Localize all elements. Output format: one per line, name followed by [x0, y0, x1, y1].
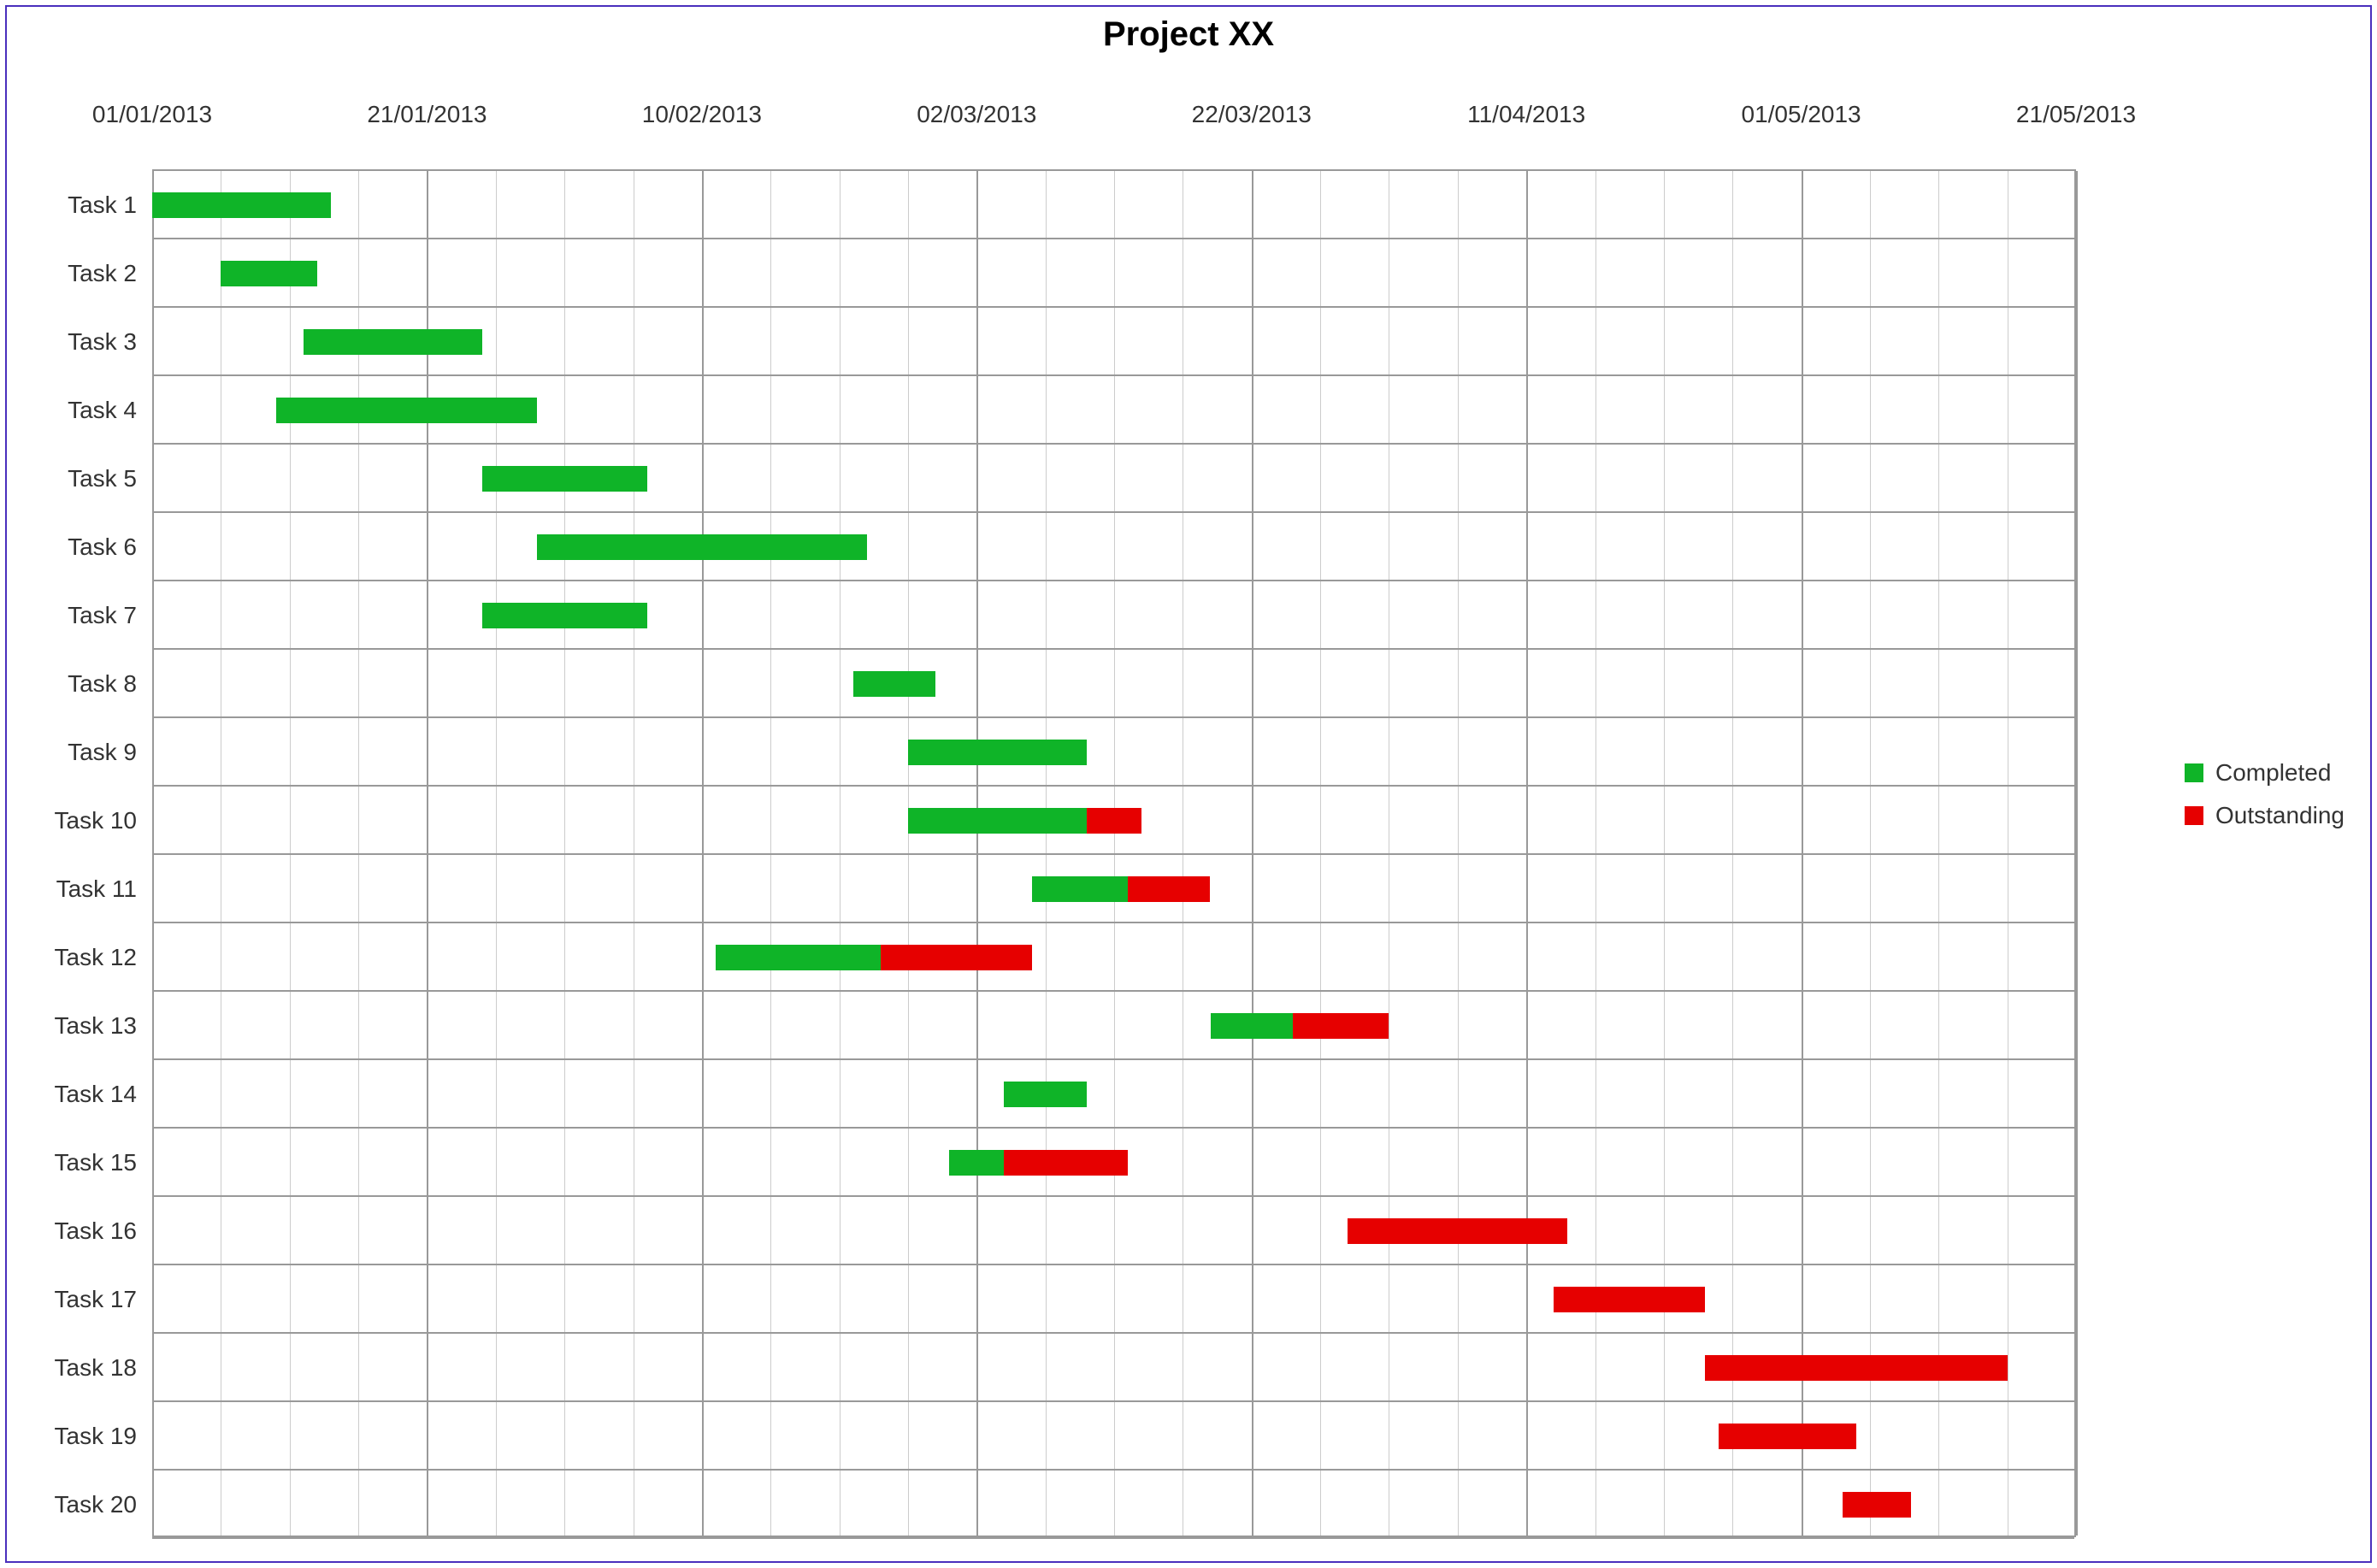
task-row: [152, 1471, 2074, 1539]
bar-completed: [716, 945, 881, 970]
bar-completed: [221, 261, 317, 286]
task-row: [152, 581, 2074, 650]
legend-item-completed: Completed: [2185, 759, 2345, 787]
task-row: [152, 513, 2074, 581]
task-label: Task 19: [55, 1423, 153, 1450]
task-row: [152, 923, 2074, 992]
bar-completed: [304, 329, 482, 355]
task-label: Task 4: [68, 397, 152, 424]
task-label: Task 1: [68, 192, 152, 219]
x-tick-label: 21/01/2013: [367, 101, 487, 128]
bar-completed: [152, 192, 331, 218]
bar-completed: [482, 603, 647, 628]
task-label: Task 9: [68, 739, 152, 766]
gantt-chart: Project XX 01/01/2013 21/01/2013 10/02/201…: [5, 5, 2372, 1563]
plot-area: Task 1Task 2Task 3Task 4Task 5Task 6Task…: [152, 169, 2076, 1537]
x-tick-label: 01/05/2013: [1741, 101, 1861, 128]
bar-completed: [853, 671, 935, 697]
task-label: Task 14: [55, 1081, 153, 1108]
task-row: [152, 171, 2074, 239]
bar-outstanding: [1128, 876, 1210, 902]
legend: Completed Outstanding: [2185, 759, 2345, 845]
x-tick-label: 21/05/2013: [2016, 101, 2136, 128]
bar-outstanding: [1705, 1355, 2008, 1381]
legend-label: Outstanding: [2215, 802, 2345, 829]
bar-outstanding: [1843, 1492, 1911, 1518]
task-label: Task 13: [55, 1012, 153, 1040]
x-axis: 01/01/2013 21/01/2013 10/02/2013 02/03/2013…: [7, 101, 2370, 152]
task-label: Task 6: [68, 533, 152, 561]
x-tick-label: 22/03/2013: [1192, 101, 1312, 128]
x-tick-label: 10/02/2013: [642, 101, 762, 128]
bar-outstanding: [1293, 1013, 1389, 1039]
square-icon: [2185, 806, 2203, 825]
task-row: [152, 1265, 2074, 1334]
bar-completed: [537, 534, 867, 560]
bar-outstanding: [1554, 1287, 1705, 1312]
task-row: [152, 1060, 2074, 1129]
x-tick-label: 01/01/2013: [92, 101, 212, 128]
bar-outstanding: [881, 945, 1032, 970]
task-row: [152, 650, 2074, 718]
task-row: [152, 239, 2074, 308]
task-row: [152, 992, 2074, 1060]
task-label: Task 3: [68, 328, 152, 356]
bar-outstanding: [1004, 1150, 1128, 1176]
task-label: Task 5: [68, 465, 152, 492]
task-row: [152, 445, 2074, 513]
bar-completed: [908, 808, 1087, 834]
task-label: Task 20: [55, 1491, 153, 1518]
task-label: Task 15: [55, 1149, 153, 1176]
task-label: Task 12: [55, 944, 153, 971]
bar-outstanding: [1348, 1218, 1567, 1244]
task-row: [152, 1197, 2074, 1265]
task-label: Task 11: [56, 875, 152, 903]
task-row: [152, 718, 2074, 787]
chart-title: Project XX: [7, 15, 2370, 54]
task-label: Task 18: [55, 1354, 153, 1382]
bar-completed: [482, 466, 647, 492]
bar-completed: [1004, 1082, 1086, 1107]
legend-item-outstanding: Outstanding: [2185, 802, 2345, 829]
bar-completed: [1211, 1013, 1293, 1039]
task-label: Task 8: [68, 670, 152, 698]
bar-outstanding: [1719, 1424, 1856, 1449]
bar-outstanding: [1087, 808, 1141, 834]
task-label: Task 16: [55, 1217, 153, 1245]
x-tick-label: 02/03/2013: [917, 101, 1036, 128]
bar-completed: [276, 398, 537, 423]
bar-completed: [908, 740, 1087, 765]
task-label: Task 10: [55, 807, 153, 834]
task-label: Task 17: [55, 1286, 153, 1313]
bar-completed: [1032, 876, 1129, 902]
x-tick-label: 11/04/2013: [1467, 101, 1585, 128]
task-label: Task 7: [68, 602, 152, 629]
bar-completed: [949, 1150, 1004, 1176]
legend-label: Completed: [2215, 759, 2331, 787]
square-icon: [2185, 763, 2203, 782]
task-label: Task 2: [68, 260, 152, 287]
